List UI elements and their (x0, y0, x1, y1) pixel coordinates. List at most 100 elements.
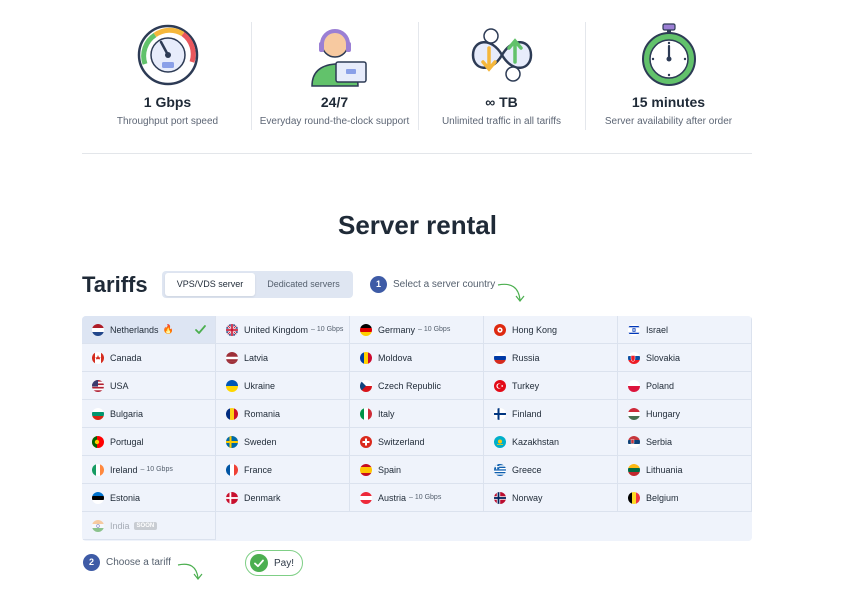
bg-flag-icon (92, 407, 104, 420)
support-agent-icon (310, 29, 367, 87)
se-flag-icon (226, 435, 238, 448)
country-label: Switzerland (378, 436, 425, 447)
grid-empty-area (216, 512, 752, 541)
country-item-ukraine[interactable]: Ukraine (216, 372, 350, 400)
country-label: Sweden (244, 436, 277, 447)
country-label: Serbia (646, 436, 673, 447)
country-item-czech-republic[interactable]: Czech Republic (350, 372, 484, 400)
section-divider (82, 153, 752, 154)
country-item-germany[interactable]: Germany – 10 Gbps (350, 316, 484, 344)
country-item-sweden[interactable]: Sweden (216, 428, 350, 456)
country-item-poland[interactable]: Poland (618, 372, 752, 400)
country-item-portugal[interactable]: Portugal (82, 428, 216, 456)
ca-flag-icon (92, 351, 104, 364)
country-label: Norway (512, 492, 543, 503)
no-flag-icon (494, 491, 506, 504)
country-item-turkey[interactable]: Turkey (484, 372, 618, 400)
country-label: Hungary (646, 408, 681, 419)
country-label: Belgium (646, 492, 679, 503)
country-label: Ireland (110, 464, 138, 475)
vps-vds-tab[interactable]: VPS/VDS server (165, 273, 255, 296)
page-title: Server rental (338, 210, 497, 240)
speed-note: – 10 Gbps (311, 326, 344, 333)
country-label: Slovakia (646, 352, 681, 363)
country-item-ireland[interactable]: Ireland – 10 Gbps (82, 456, 216, 484)
hk-flag-icon (494, 323, 506, 336)
country-label: Finland (512, 408, 542, 419)
country-item-norway[interactable]: Norway (484, 484, 618, 512)
rs-flag-icon (628, 435, 640, 448)
check-circle-icon (250, 554, 268, 572)
country-item-netherlands[interactable]: Netherlands 🔥 (82, 316, 216, 344)
country-item-belgium[interactable]: Belgium (618, 484, 752, 512)
country-item-latvia[interactable]: Latvia (216, 344, 350, 372)
country-label: India (110, 520, 130, 531)
country-item-france[interactable]: France (216, 456, 350, 484)
country-item-canada[interactable]: Canada (82, 344, 216, 372)
country-item-greece[interactable]: Greece (484, 456, 618, 484)
speedometer-icon (137, 24, 198, 86)
country-label: USA (110, 380, 129, 391)
step-number: 2 (83, 554, 100, 571)
country-item-moldova[interactable]: Moldova (350, 344, 484, 372)
feature-traffic: ∞ TB Unlimited traffic in all tariffs (418, 14, 585, 134)
ch-flag-icon (360, 435, 372, 448)
country-item-lithuania[interactable]: Lithuania (618, 456, 752, 484)
country-item-usa[interactable]: USA (82, 372, 216, 400)
es-flag-icon (360, 463, 372, 476)
feature-description: Everyday round-the-clock support (259, 116, 410, 127)
country-item-bulgaria[interactable]: Bulgaria (82, 400, 216, 428)
country-item-romania[interactable]: Romania (216, 400, 350, 428)
country-grid: Netherlands 🔥 United Kingdom – 10 Gbps Germa… (82, 316, 752, 541)
country-item-estonia[interactable]: Estonia (82, 484, 216, 512)
country-item-italy[interactable]: Italy (350, 400, 484, 428)
country-label: Portugal (110, 436, 144, 447)
country-label: Ukraine (244, 380, 276, 391)
country-label: United Kingdom (244, 324, 309, 335)
country-item-finland[interactable]: Finland (484, 400, 618, 428)
curved-arrow-icon (497, 283, 525, 302)
country-label: Estonia (110, 492, 141, 503)
feature-value: 15 minutes (631, 94, 706, 110)
step-label: Select a server country (393, 279, 496, 290)
country-item-united-kingdom[interactable]: United Kingdom – 10 Gbps (216, 316, 350, 344)
step-choose-tariff: 2 Choose a tariff (83, 554, 171, 571)
speed-note: – 10 Gbps (409, 494, 442, 501)
country-label: Greece (512, 464, 542, 475)
country-label: Moldova (378, 352, 413, 363)
at-flag-icon (360, 491, 372, 504)
feature-value: 24/7 (320, 94, 349, 110)
country-item-slovakia[interactable]: Slovakia (618, 344, 752, 372)
lv-flag-icon (226, 351, 238, 364)
country-label: Canada (110, 352, 142, 363)
country-label: Poland (646, 380, 675, 391)
gr-flag-icon (494, 463, 506, 476)
country-label: Kazakhstan (512, 436, 560, 447)
country-label: Romania (244, 408, 281, 419)
country-item-switzerland[interactable]: Switzerland (350, 428, 484, 456)
country-item-spain[interactable]: Spain (350, 456, 484, 484)
country-item-russia[interactable]: Russia (484, 344, 618, 372)
stopwatch-icon (641, 23, 696, 86)
de-flag-icon (360, 323, 372, 336)
lt-flag-icon (628, 463, 640, 476)
fr-flag-icon (226, 463, 238, 476)
country-item-hungary[interactable]: Hungary (618, 400, 752, 428)
feature-availability: 15 minutes Server availability after ord… (585, 14, 752, 134)
dedicated-servers-tab[interactable]: Dedicated servers (256, 273, 351, 296)
country-item-israel[interactable]: Israel (618, 316, 752, 344)
server-type-switch: VPS/VDS server Dedicated servers (162, 271, 353, 298)
country-label: Lithuania (646, 464, 683, 475)
country-item-austria[interactable]: Austria – 10 Gbps (350, 484, 484, 512)
country-item-kazakhstan[interactable]: Kazakhstan (484, 428, 618, 456)
ee-flag-icon (92, 491, 104, 504)
nl-flag-icon (92, 323, 104, 336)
kz-flag-icon (494, 435, 506, 448)
features-row: 1 Gbps Throughput port speed 24/7 Everyd… (84, 14, 752, 134)
pay-button[interactable]: Pay! (245, 550, 303, 576)
country-label: Italy (378, 408, 395, 419)
country-item-serbia[interactable]: Serbia (618, 428, 752, 456)
country-item-hong-kong[interactable]: Hong Kong (484, 316, 618, 344)
country-item-denmark[interactable]: Denmark (216, 484, 350, 512)
fi-flag-icon (494, 407, 506, 420)
